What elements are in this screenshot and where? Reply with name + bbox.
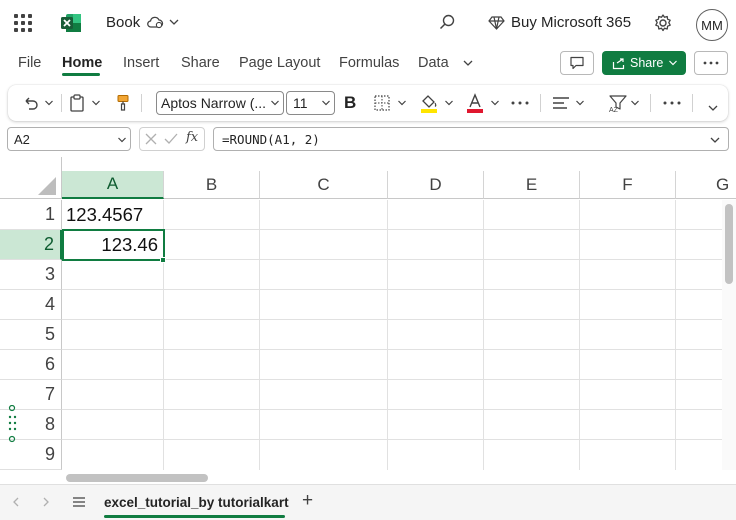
more-icon (703, 61, 719, 65)
collapse-ribbon-icon[interactable] (707, 102, 719, 114)
row-header-2[interactable]: 2 (0, 230, 62, 260)
bold-button[interactable]: B (344, 85, 358, 121)
column-header-e[interactable]: E (484, 171, 580, 199)
next-sheet-icon[interactable] (40, 496, 52, 508)
add-sheet-button[interactable]: + (302, 490, 313, 512)
horizontal-scroll-thumb[interactable] (66, 474, 208, 482)
row-drag-handle-icon[interactable] (6, 405, 20, 443)
active-tab-indicator (62, 73, 100, 76)
chevron-down-icon[interactable] (117, 135, 127, 145)
previous-sheet-icon[interactable] (10, 496, 22, 508)
paste-icon[interactable] (69, 94, 85, 112)
font-size-value: 11 (293, 95, 308, 111)
vertical-scroll-thumb[interactable] (725, 204, 733, 284)
borders-icon[interactable] (373, 94, 391, 112)
chevron-down-icon[interactable] (397, 98, 407, 108)
row-header-5[interactable]: 5 (0, 320, 62, 350)
share-icon (612, 57, 625, 69)
font-color-icon[interactable] (465, 92, 485, 114)
active-sheet-indicator (104, 515, 285, 518)
name-box-value: A2 (14, 131, 30, 147)
align-icon[interactable] (552, 95, 570, 111)
tab-home[interactable]: Home (62, 55, 102, 71)
column-header-g[interactable]: G (676, 171, 736, 199)
worksheet-grid: A B C D E F G 1 2 3 4 5 6 7 8 9 123.4567… (0, 157, 736, 470)
tab-formulas[interactable]: Formulas (339, 55, 399, 71)
format-painter-icon[interactable] (116, 94, 130, 112)
active-cell-border (62, 229, 165, 261)
more-icon[interactable] (511, 101, 529, 105)
tab-insert[interactable]: Insert (123, 55, 159, 71)
svg-text:AZ: AZ (609, 107, 619, 113)
search-icon[interactable] (438, 13, 456, 31)
chevron-down-icon[interactable] (490, 98, 500, 108)
undo-icon[interactable] (22, 94, 40, 112)
user-avatar[interactable]: MM (696, 9, 728, 41)
chevron-down-icon[interactable] (270, 98, 280, 108)
check-icon[interactable] (164, 133, 178, 145)
insert-function-button[interactable]: fx (186, 130, 198, 145)
formula-actions: fx (139, 127, 205, 151)
share-button[interactable]: Share (602, 51, 686, 75)
all-sheets-menu-icon[interactable] (72, 495, 86, 509)
more-icon[interactable] (663, 101, 681, 105)
app-launcher-icon[interactable] (14, 14, 32, 32)
chevron-down-icon[interactable] (44, 98, 54, 108)
cell-a1[interactable]: 123.4567 (66, 204, 143, 226)
name-box[interactable]: A2 (7, 127, 131, 151)
share-button-label: Share (630, 56, 664, 70)
title-bar: Book Buy Microsoft 365 MM (0, 0, 736, 46)
chevron-down-icon (669, 60, 678, 66)
row-header-4[interactable]: 4 (0, 290, 62, 320)
row-header-1[interactable]: 1 (0, 200, 62, 230)
comments-button[interactable] (560, 51, 594, 75)
tab-page-layout[interactable]: Page Layout (239, 55, 320, 71)
ribbon-toolbar: Aptos Narrow (... 11 B AZ (8, 85, 728, 121)
sort-filter-icon[interactable]: AZ (608, 93, 628, 113)
chevron-down-icon[interactable] (168, 16, 180, 28)
sheet-tab-excel-tutorial[interactable]: excel_tutorial_by tutorialkart (104, 495, 289, 510)
tab-file[interactable]: File (18, 55, 41, 71)
comment-icon (570, 56, 584, 70)
chevron-down-icon[interactable] (91, 98, 101, 108)
workbook-title[interactable]: Book (106, 14, 140, 31)
excel-logo-icon (61, 14, 81, 32)
cancel-icon[interactable] (145, 133, 157, 145)
row-header-6[interactable]: 6 (0, 350, 62, 380)
fill-handle[interactable] (160, 257, 166, 263)
column-header-f[interactable]: F (580, 171, 676, 199)
formula-text: =ROUND(A1, 2) (222, 131, 320, 147)
column-header-a[interactable]: A (62, 171, 164, 199)
formula-input[interactable]: =ROUND(A1, 2) (213, 127, 729, 151)
diamond-icon (488, 16, 505, 30)
column-header-b[interactable]: B (164, 171, 260, 199)
column-header-d[interactable]: D (388, 171, 484, 199)
sheet-tab-bar: excel_tutorial_by tutorialkart + (0, 484, 736, 520)
expand-formula-bar-icon[interactable] (709, 134, 721, 146)
font-name-dropdown[interactable]: Aptos Narrow (... (156, 91, 284, 115)
font-name-value: Aptos Narrow (... (161, 95, 267, 111)
select-all-icon (38, 177, 56, 195)
chevron-down-icon[interactable] (444, 98, 454, 108)
column-header-c[interactable]: C (260, 171, 388, 199)
row-header-9[interactable]: 9 (0, 440, 62, 470)
row-header-3[interactable]: 3 (0, 260, 62, 290)
fill-color-icon[interactable] (419, 92, 439, 114)
chevron-down-icon[interactable] (321, 98, 331, 108)
chevron-down-icon[interactable] (575, 98, 585, 108)
cloud-sync-icon[interactable] (146, 13, 164, 31)
buy-microsoft-365-link[interactable]: Buy Microsoft 365 (511, 14, 631, 31)
gear-icon[interactable] (653, 13, 673, 33)
more-options-button[interactable] (694, 51, 728, 75)
chevron-down-icon[interactable] (630, 98, 640, 108)
tab-data[interactable]: Data (418, 55, 449, 71)
more-tabs-chevron-icon[interactable] (462, 57, 474, 69)
tab-share[interactable]: Share (181, 55, 220, 71)
